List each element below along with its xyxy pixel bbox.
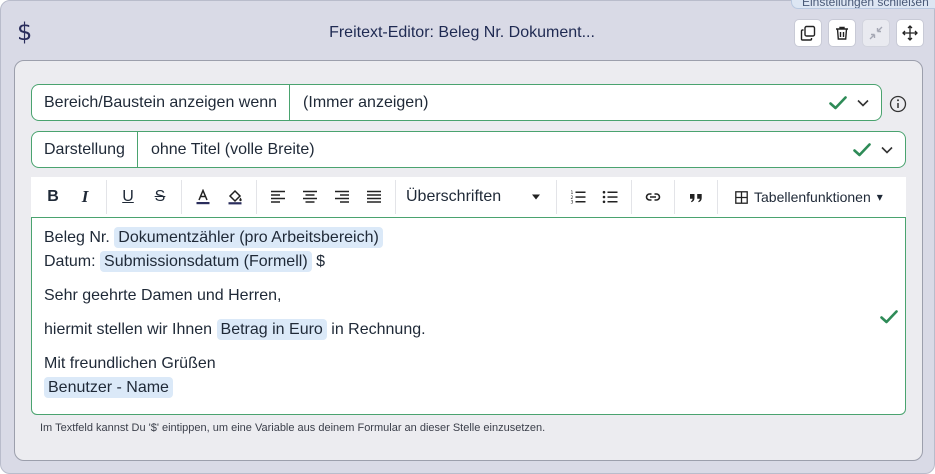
align-justify-icon xyxy=(367,190,381,203)
variable-chip[interactable]: Betrag in Euro xyxy=(216,319,327,340)
link-icon xyxy=(645,193,661,201)
chevron-down-icon[interactable] xyxy=(881,146,893,154)
toolbar-divider xyxy=(395,180,396,214)
link-button[interactable] xyxy=(637,181,669,213)
dialog-title: Freitext-Editor: Beleg Nr. Dokument... xyxy=(329,24,595,41)
editor-hint: Im Textfeld kannst Du '$' eintippen, um … xyxy=(40,422,546,434)
numbered-list-icon: 123 xyxy=(571,190,586,206)
align-right-button[interactable] xyxy=(326,181,358,213)
rich-text-editor[interactable]: Beleg Nr. Dokumentzähler (pro Arbeitsber… xyxy=(31,217,906,415)
close-settings-tooltip: Einstellungen schließen xyxy=(791,0,935,9)
toolbar-divider xyxy=(106,180,107,214)
quote-icon xyxy=(690,194,702,203)
trash-icon xyxy=(836,26,848,40)
editor-toolbar: B I U S Überschriften 123 Tabellenfunkti… xyxy=(31,177,906,217)
toolbar-divider xyxy=(717,180,718,214)
check-icon xyxy=(853,142,871,156)
toolbar-divider xyxy=(256,180,257,214)
strikethrough-button[interactable]: S xyxy=(144,181,176,213)
check-icon xyxy=(829,95,847,109)
numbered-list-button[interactable]: 123 xyxy=(562,181,594,213)
caret-down-icon xyxy=(532,194,540,200)
editor-dialog: $ Freitext-Editor: Beleg Nr. Dokument...… xyxy=(0,0,935,474)
variable-chip[interactable]: Dokumentzähler (pro Arbeitsbereich) xyxy=(114,227,383,248)
toolbar-divider xyxy=(556,180,557,214)
font-color-icon xyxy=(196,189,210,205)
visibility-value[interactable]: (Immer anzeigen) xyxy=(290,94,829,112)
variable-chip[interactable]: Submissionsdatum (Formell) xyxy=(100,251,312,272)
editor-body: hiermit stellen wir Ihnen Betrag in Euro… xyxy=(44,319,426,340)
align-right-icon xyxy=(335,190,349,203)
align-justify-button[interactable] xyxy=(358,181,390,213)
variable-chip[interactable]: Benutzer - Name xyxy=(44,377,173,398)
blockquote-button[interactable] xyxy=(680,181,712,213)
display-select[interactable]: Darstellung ohne Titel (volle Breite) xyxy=(31,131,906,168)
toolbar-divider xyxy=(631,180,632,214)
move-icon xyxy=(902,25,918,41)
display-value[interactable]: ohne Titel (volle Breite) xyxy=(138,141,853,159)
underline-button[interactable]: U xyxy=(112,181,144,213)
editor-signature: Benutzer - Name xyxy=(44,376,893,400)
duplicate-button[interactable] xyxy=(794,19,822,47)
toolbar-divider xyxy=(674,180,675,214)
info-icon[interactable] xyxy=(889,95,907,113)
editor-salutation: Sehr geehrte Damen und Herren, xyxy=(44,287,282,304)
delete-button[interactable] xyxy=(828,19,856,47)
caret-down-icon: ▾ xyxy=(876,190,883,204)
font-color-button[interactable] xyxy=(187,181,219,213)
highlight-button[interactable] xyxy=(219,181,251,213)
editor-line-receipt: Beleg Nr. Dokumentzähler (pro Arbeitsber… xyxy=(44,226,893,250)
bullet-list-icon xyxy=(602,190,618,204)
table-functions-label: Tabellenfunktionen xyxy=(754,189,871,205)
visibility-select[interactable]: Bereich/Baustein anzeigen wenn (Immer an… xyxy=(31,84,882,121)
headings-label: Überschriften xyxy=(406,188,502,205)
align-center-icon xyxy=(303,190,317,203)
visibility-label: Bereich/Baustein anzeigen wenn xyxy=(32,85,291,120)
table-functions-button[interactable]: Tabellenfunktionen ▾ xyxy=(723,181,893,213)
toolbar-divider xyxy=(181,180,182,214)
italic-button[interactable]: I xyxy=(69,181,101,213)
align-left-button[interactable] xyxy=(262,181,294,213)
editor-line-date: Datum: Submissionsdatum (Formell) $ xyxy=(44,251,325,272)
collapse-icon xyxy=(869,26,883,40)
check-icon xyxy=(880,310,898,324)
collapse-button[interactable] xyxy=(862,19,890,47)
bullet-list-button[interactable] xyxy=(594,181,626,213)
display-label: Darstellung xyxy=(32,132,138,167)
headings-dropdown[interactable]: Überschriften xyxy=(401,181,551,213)
bold-button[interactable]: B xyxy=(37,181,69,213)
duplicate-icon xyxy=(800,25,816,41)
align-center-button[interactable] xyxy=(294,181,326,213)
chevron-down-icon[interactable] xyxy=(857,99,869,107)
move-button[interactable] xyxy=(896,19,924,47)
align-left-icon xyxy=(271,190,285,203)
svg-text:3: 3 xyxy=(571,200,574,206)
table-icon xyxy=(735,190,748,204)
paint-bucket-icon xyxy=(228,189,242,205)
editor-closing: Mit freundlichen Grüßen xyxy=(44,355,216,372)
